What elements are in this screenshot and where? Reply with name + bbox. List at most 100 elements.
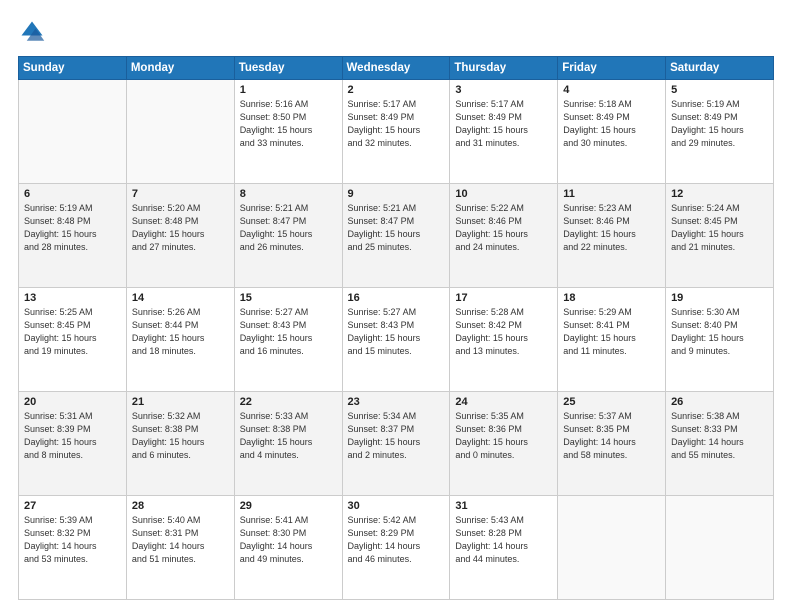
- calendar-week-row: 6Sunrise: 5:19 AM Sunset: 8:48 PM Daylig…: [19, 184, 774, 288]
- day-number: 27: [24, 500, 121, 512]
- calendar-cell: 2 Sunrise: 5:17 AM Sunset: 8:49 PM Daylig…: [342, 80, 450, 184]
- calendar-week-row: 1Sunrise: 5:16 AM Sunset: 8:50 PM Daylig…: [19, 80, 774, 184]
- calendar-cell: 11 Sunrise: 5:23 AM Sunset: 8:46 PM Dayli…: [558, 184, 666, 288]
- day-number: 3: [455, 84, 552, 96]
- day-info: Sunrise: 5:34 AM Sunset: 8:37 PM Dayligh…: [348, 410, 445, 462]
- day-number: 30: [348, 500, 445, 512]
- day-number: 18: [563, 292, 660, 304]
- calendar-cell: 6Sunrise: 5:19 AM Sunset: 8:48 PM Daylig…: [19, 184, 127, 288]
- day-info: Sunrise: 5:21 AM Sunset: 8:47 PM Dayligh…: [348, 202, 445, 254]
- day-number: 2: [348, 84, 445, 96]
- calendar-cell: 19 Sunrise: 5:30 AM Sunset: 8:40 PM Dayli…: [666, 288, 774, 392]
- calendar-week-row: 20Sunrise: 5:31 AM Sunset: 8:39 PM Dayli…: [19, 392, 774, 496]
- day-number: 23: [348, 396, 445, 408]
- day-number: 13: [24, 292, 121, 304]
- calendar-cell: 9 Sunrise: 5:21 AM Sunset: 8:47 PM Daylig…: [342, 184, 450, 288]
- logo-icon: [18, 18, 46, 46]
- calendar-cell: 25 Sunrise: 5:37 AM Sunset: 8:35 PM Dayli…: [558, 392, 666, 496]
- calendar-cell: [126, 80, 234, 184]
- day-info: Sunrise: 5:30 AM Sunset: 8:40 PM Dayligh…: [671, 306, 768, 358]
- calendar-cell: 7 Sunrise: 5:20 AM Sunset: 8:48 PM Daylig…: [126, 184, 234, 288]
- day-info: Sunrise: 5:32 AM Sunset: 8:38 PM Dayligh…: [132, 410, 229, 462]
- day-info: Sunrise: 5:33 AM Sunset: 8:38 PM Dayligh…: [240, 410, 337, 462]
- calendar-cell: 12 Sunrise: 5:24 AM Sunset: 8:45 PM Dayli…: [666, 184, 774, 288]
- calendar-cell: [666, 496, 774, 600]
- header: [18, 18, 774, 46]
- calendar-cell: 17Sunrise: 5:28 AM Sunset: 8:42 PM Dayli…: [450, 288, 558, 392]
- day-number: 14: [132, 292, 229, 304]
- day-info: Sunrise: 5:26 AM Sunset: 8:44 PM Dayligh…: [132, 306, 229, 358]
- calendar-cell: 18 Sunrise: 5:29 AM Sunset: 8:41 PM Dayli…: [558, 288, 666, 392]
- day-info: Sunrise: 5:25 AM Sunset: 8:45 PM Dayligh…: [24, 306, 121, 358]
- day-info: Sunrise: 5:29 AM Sunset: 8:41 PM Dayligh…: [563, 306, 660, 358]
- calendar-cell: 21 Sunrise: 5:32 AM Sunset: 8:38 PM Dayli…: [126, 392, 234, 496]
- day-number: 11: [563, 188, 660, 200]
- day-info: Sunrise: 5:21 AM Sunset: 8:47 PM Dayligh…: [240, 202, 337, 254]
- day-info: Sunrise: 5:43 AM Sunset: 8:28 PM Dayligh…: [455, 514, 552, 566]
- day-number: 21: [132, 396, 229, 408]
- calendar-cell: 27 Sunrise: 5:39 AM Sunset: 8:32 PM Dayli…: [19, 496, 127, 600]
- day-number: 8: [240, 188, 337, 200]
- calendar-cell: 31 Sunrise: 5:43 AM Sunset: 8:28 PM Dayli…: [450, 496, 558, 600]
- day-number: 20: [24, 396, 121, 408]
- day-info: Sunrise: 5:24 AM Sunset: 8:45 PM Dayligh…: [671, 202, 768, 254]
- day-info: Sunrise: 5:38 AM Sunset: 8:33 PM Dayligh…: [671, 410, 768, 462]
- day-info: Sunrise: 5:20 AM Sunset: 8:48 PM Dayligh…: [132, 202, 229, 254]
- weekday-header-wednesday: Wednesday: [342, 57, 450, 80]
- weekday-header-friday: Friday: [558, 57, 666, 80]
- page: SundayMondayTuesdayWednesdayThursdayFrid…: [0, 0, 792, 612]
- day-info: Sunrise: 5:28 AM Sunset: 8:42 PM Dayligh…: [455, 306, 552, 358]
- calendar-week-row: 27 Sunrise: 5:39 AM Sunset: 8:32 PM Dayli…: [19, 496, 774, 600]
- day-number: 12: [671, 188, 768, 200]
- day-info: Sunrise: 5:22 AM Sunset: 8:46 PM Dayligh…: [455, 202, 552, 254]
- day-number: 4: [563, 84, 660, 96]
- weekday-header-saturday: Saturday: [666, 57, 774, 80]
- day-number: 7: [132, 188, 229, 200]
- calendar-cell: 29Sunrise: 5:41 AM Sunset: 8:30 PM Dayli…: [234, 496, 342, 600]
- logo: [18, 18, 50, 46]
- day-info: Sunrise: 5:18 AM Sunset: 8:49 PM Dayligh…: [563, 98, 660, 150]
- calendar-cell: 14 Sunrise: 5:26 AM Sunset: 8:44 PM Dayli…: [126, 288, 234, 392]
- day-number: 9: [348, 188, 445, 200]
- day-info: Sunrise: 5:23 AM Sunset: 8:46 PM Dayligh…: [563, 202, 660, 254]
- calendar-cell: 28 Sunrise: 5:40 AM Sunset: 8:31 PM Dayli…: [126, 496, 234, 600]
- calendar-cell: [558, 496, 666, 600]
- calendar-cell: 8 Sunrise: 5:21 AM Sunset: 8:47 PM Daylig…: [234, 184, 342, 288]
- weekday-header-tuesday: Tuesday: [234, 57, 342, 80]
- weekday-header-row: SundayMondayTuesdayWednesdayThursdayFrid…: [19, 57, 774, 80]
- day-number: 24: [455, 396, 552, 408]
- day-number: 1: [240, 84, 337, 96]
- day-number: 19: [671, 292, 768, 304]
- day-number: 16: [348, 292, 445, 304]
- calendar-cell: 26 Sunrise: 5:38 AM Sunset: 8:33 PM Dayli…: [666, 392, 774, 496]
- day-number: 31: [455, 500, 552, 512]
- calendar-cell: 3 Sunrise: 5:17 AM Sunset: 8:49 PM Daylig…: [450, 80, 558, 184]
- day-info: Sunrise: 5:41 AM Sunset: 8:30 PM Dayligh…: [240, 514, 337, 566]
- day-number: 28: [132, 500, 229, 512]
- calendar-week-row: 13 Sunrise: 5:25 AM Sunset: 8:45 PM Dayli…: [19, 288, 774, 392]
- calendar-cell: 13 Sunrise: 5:25 AM Sunset: 8:45 PM Dayli…: [19, 288, 127, 392]
- day-info: Sunrise: 5:27 AM Sunset: 8:43 PM Dayligh…: [348, 306, 445, 358]
- calendar-cell: [19, 80, 127, 184]
- day-number: 26: [671, 396, 768, 408]
- calendar-table: SundayMondayTuesdayWednesdayThursdayFrid…: [18, 56, 774, 600]
- day-info: Sunrise: 5:19 AM Sunset: 8:49 PM Dayligh…: [671, 98, 768, 150]
- day-info: Sunrise: 5:17 AM Sunset: 8:49 PM Dayligh…: [455, 98, 552, 150]
- calendar-cell: 4 Sunrise: 5:18 AM Sunset: 8:49 PM Daylig…: [558, 80, 666, 184]
- day-number: 22: [240, 396, 337, 408]
- weekday-header-sunday: Sunday: [19, 57, 127, 80]
- calendar-cell: 22 Sunrise: 5:33 AM Sunset: 8:38 PM Dayli…: [234, 392, 342, 496]
- day-info: Sunrise: 5:19 AM Sunset: 8:48 PM Dayligh…: [24, 202, 121, 254]
- calendar-cell: 24Sunrise: 5:35 AM Sunset: 8:36 PM Dayli…: [450, 392, 558, 496]
- day-info: Sunrise: 5:40 AM Sunset: 8:31 PM Dayligh…: [132, 514, 229, 566]
- calendar-cell: 15Sunrise: 5:27 AM Sunset: 8:43 PM Dayli…: [234, 288, 342, 392]
- day-number: 25: [563, 396, 660, 408]
- day-info: Sunrise: 5:37 AM Sunset: 8:35 PM Dayligh…: [563, 410, 660, 462]
- day-info: Sunrise: 5:39 AM Sunset: 8:32 PM Dayligh…: [24, 514, 121, 566]
- calendar-cell: 20Sunrise: 5:31 AM Sunset: 8:39 PM Dayli…: [19, 392, 127, 496]
- day-info: Sunrise: 5:17 AM Sunset: 8:49 PM Dayligh…: [348, 98, 445, 150]
- calendar-cell: 5Sunrise: 5:19 AM Sunset: 8:49 PM Daylig…: [666, 80, 774, 184]
- calendar-cell: 10Sunrise: 5:22 AM Sunset: 8:46 PM Dayli…: [450, 184, 558, 288]
- calendar-cell: 30 Sunrise: 5:42 AM Sunset: 8:29 PM Dayli…: [342, 496, 450, 600]
- day-info: Sunrise: 5:42 AM Sunset: 8:29 PM Dayligh…: [348, 514, 445, 566]
